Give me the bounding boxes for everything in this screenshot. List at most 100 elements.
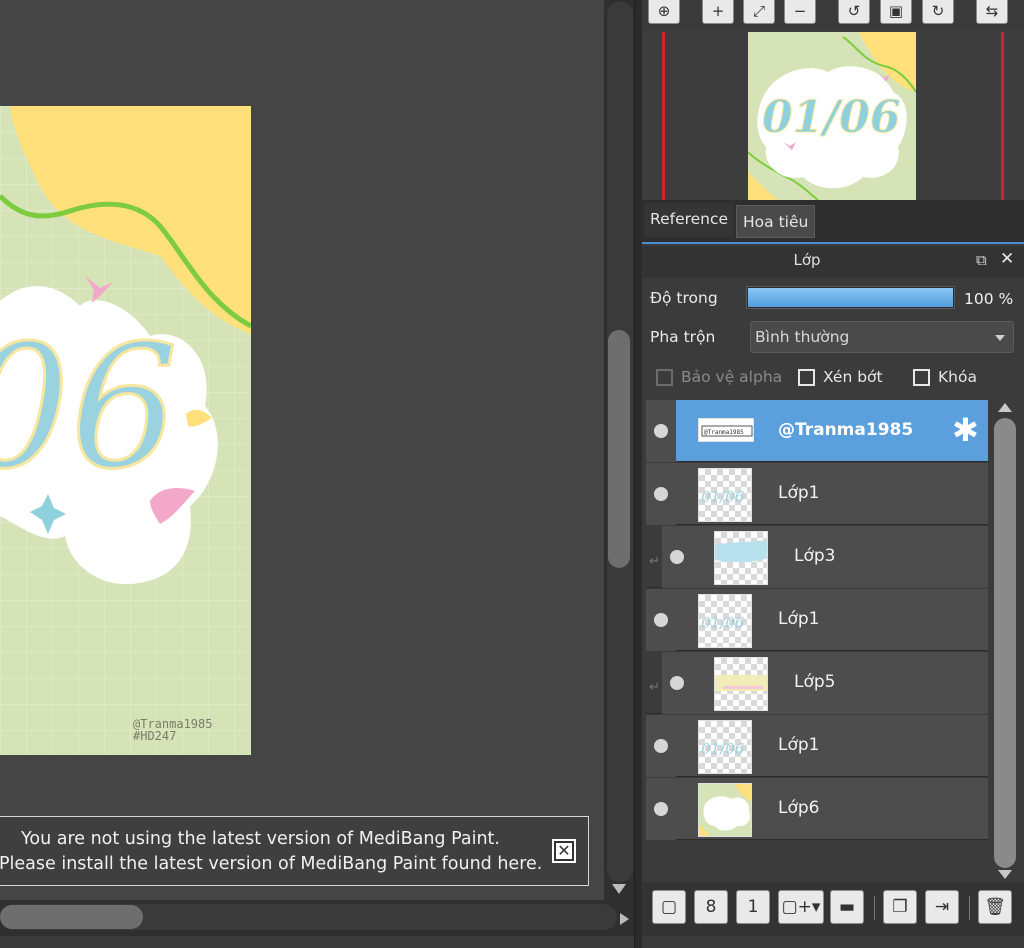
close-icon[interactable]: ✕ <box>1000 249 1014 269</box>
visibility-toggle[interactable] <box>646 400 676 462</box>
eye-icon[interactable] <box>654 487 668 501</box>
rotate-right-icon[interactable]: ↻ <box>922 0 954 24</box>
view-bound-right <box>1001 32 1004 200</box>
artwork-image: 06 @Tranma1985 #HD247 <box>0 106 251 755</box>
protect-alpha-checkbox[interactable] <box>656 369 673 386</box>
layer-row[interactable]: 01/06 Lớp1 <box>646 589 988 651</box>
layer-thumbnail: @Tranma1985 <box>698 418 754 442</box>
layer-name[interactable]: Lớp5 <box>794 672 835 692</box>
layer-name[interactable]: Lớp1 <box>778 735 819 755</box>
canvas-horizontal-scrollbar[interactable] <box>0 900 634 936</box>
layer-list[interactable]: @Tranma1985 @Tranma1985 ✱ 01/06 Lớp1 ↵ L… <box>646 400 988 880</box>
clipping-arrow-icon: ↵ <box>649 554 660 569</box>
clipping-checkbox[interactable] <box>798 369 815 386</box>
visibility-toggle[interactable] <box>662 526 692 588</box>
layer-name[interactable]: Lớp1 <box>778 483 819 503</box>
lock-label: Khóa <box>938 368 977 386</box>
layer-row[interactable]: @Tranma1985 @Tranma1985 ✱ <box>646 400 988 462</box>
layer-thumb-text: 01/06 <box>701 488 745 506</box>
layer-row[interactable]: ↵ Lớp5 <box>646 652 988 714</box>
delete-layer-icon[interactable]: 🗑 <box>978 890 1012 924</box>
navigator-thumb-text: 01/06 <box>762 92 901 143</box>
add-layer-menu-icon[interactable]: ▢+▾ <box>778 890 824 924</box>
gear-icon[interactable]: ✱ <box>952 412 979 448</box>
layer-name[interactable]: Lớp1 <box>778 609 819 629</box>
lock-checkbox[interactable] <box>913 369 930 386</box>
artwork-tag: #HD247 <box>133 729 176 743</box>
zoom-fit-icon[interactable]: ⊕ <box>648 0 680 24</box>
layer-thumbnail: 01/06 <box>698 720 752 774</box>
actual-size-icon[interactable]: ▣ <box>880 0 912 24</box>
eye-icon[interactable] <box>654 613 668 627</box>
new-layer-icon[interactable]: ▢ <box>652 890 686 924</box>
layer-panel-title: Lớp <box>793 251 821 269</box>
close-x-icon[interactable]: ✕ <box>552 839 576 863</box>
canvas-vertical-scrollbar[interactable] <box>604 0 634 905</box>
merge-down-icon[interactable]: ⇥ <box>925 890 959 924</box>
visibility-toggle[interactable] <box>646 463 676 525</box>
eye-icon[interactable] <box>654 739 668 753</box>
navigator-thumbnail[interactable]: 01/06 <box>748 32 916 200</box>
eye-icon[interactable] <box>670 550 684 564</box>
artwork-digits: 06 <box>0 309 178 507</box>
toolbar-separator <box>874 896 875 920</box>
new-8bit-layer-icon[interactable]: 8 <box>694 890 728 924</box>
visibility-toggle[interactable] <box>646 715 676 777</box>
scroll-down-arrow-icon[interactable] <box>612 884 626 894</box>
layer-row[interactable]: ↵ Lớp3 <box>646 526 988 588</box>
toolbar-separator <box>969 896 970 920</box>
canvas-area[interactable]: 06 @Tranma1985 #HD247 You are not using … <box>0 0 604 900</box>
flip-icon[interactable]: ⇆ <box>976 0 1008 24</box>
layer-list-scrollbar[interactable] <box>990 400 1020 882</box>
layer-thumb-text: 01/06 <box>701 614 745 632</box>
layer-thumbnail: 01/06 <box>698 468 752 522</box>
layer-name[interactable]: @Tranma1985 <box>778 420 913 440</box>
navigator-preview[interactable]: 01/06 <box>642 30 1024 200</box>
scroll-right-arrow-icon[interactable] <box>620 913 629 925</box>
layer-thumb-text: 01/06 <box>701 740 745 758</box>
opacity-slider[interactable] <box>746 286 955 309</box>
tab-reference[interactable]: Reference <box>644 203 735 237</box>
tab-navigator[interactable]: Hoa tiêu <box>736 205 816 238</box>
new-1bit-layer-icon[interactable]: 1 <box>736 890 770 924</box>
scroll-thumb[interactable] <box>994 418 1016 868</box>
popout-icon[interactable]: ⧉ <box>976 251 987 269</box>
eye-icon[interactable] <box>654 802 668 816</box>
layer-row[interactable]: Lớp6 <box>646 778 988 840</box>
duplicate-layer-icon[interactable]: ❐ <box>883 890 917 924</box>
rotate-left-icon[interactable]: ↺ <box>838 0 870 24</box>
visibility-toggle[interactable] <box>646 778 676 840</box>
zoom-out-icon[interactable]: − <box>784 0 816 24</box>
layer-thumbnail <box>698 783 752 837</box>
fit-window-icon[interactable]: ⤢ <box>743 0 775 24</box>
blend-mode-select[interactable]: Bình thường <box>750 321 1014 353</box>
layer-name[interactable]: Lớp6 <box>778 798 819 818</box>
layer-name[interactable]: Lớp3 <box>794 546 835 566</box>
scroll-thumb[interactable] <box>608 330 630 568</box>
scroll-up-arrow-icon[interactable] <box>998 403 1012 412</box>
artwork-canvas[interactable]: 06 @Tranma1985 #HD247 <box>0 106 251 755</box>
clipping-arrow-icon: ↵ <box>649 680 660 695</box>
notice-line-2[interactable]: Please install the latest version of Med… <box>0 854 542 874</box>
eye-icon[interactable] <box>670 676 684 690</box>
zoom-in-icon[interactable]: + <box>702 0 734 24</box>
visibility-toggle[interactable] <box>646 589 676 651</box>
visibility-toggle[interactable] <box>662 652 692 714</box>
new-8bit-layer-label: 8 <box>705 897 717 917</box>
new-1bit-layer-label: 1 <box>747 897 759 917</box>
layer-row[interactable]: 01/06 Lớp1 <box>646 715 988 777</box>
layer-thumb-text: @Tranma1985 <box>704 429 744 436</box>
eye-icon[interactable] <box>654 424 668 438</box>
panel-splitter[interactable] <box>634 0 642 948</box>
scroll-down-arrow-icon[interactable] <box>998 870 1012 879</box>
scroll-thumb[interactable] <box>0 905 143 929</box>
navigator-toolbar: ⊕ + ⤢ − ↺ ▣ ↻ ⇆ <box>642 0 1024 30</box>
opacity-value: 100 % <box>964 290 1014 308</box>
panel-tabs: Reference Hoa tiêu <box>642 200 1024 244</box>
opacity-label: Độ trong <box>650 289 718 307</box>
folder-icon[interactable]: ▬ <box>830 890 864 924</box>
update-notice[interactable]: You are not using the latest version of … <box>0 816 589 886</box>
clipping-label: Xén bớt <box>823 368 883 386</box>
blend-label: Pha trộn <box>650 328 716 346</box>
layer-row[interactable]: 01/06 Lớp1 <box>646 463 988 525</box>
